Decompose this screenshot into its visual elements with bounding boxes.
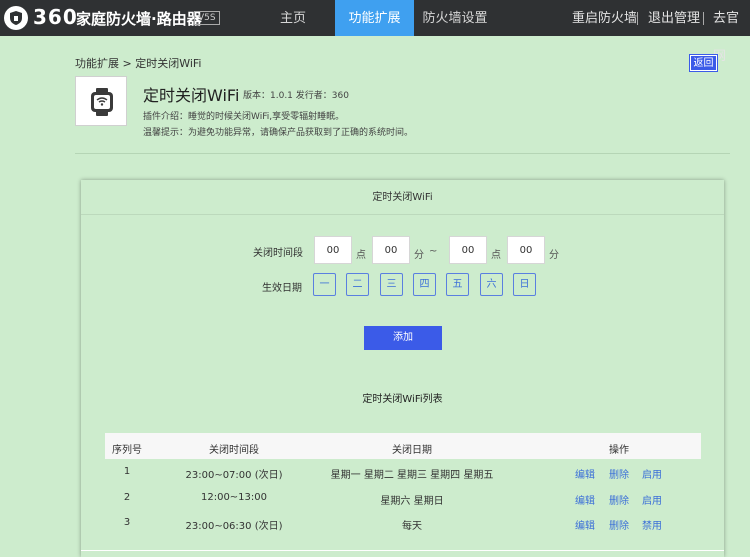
nav-extensions[interactable]: 功能扩展 bbox=[335, 0, 414, 36]
list-title: 定时关闭WiFi列表 bbox=[362, 394, 443, 405]
row-time: 23:00~06:30 (次日) bbox=[185, 521, 283, 532]
delete-button[interactable]: 删除 bbox=[609, 492, 629, 507]
end-minute-input[interactable]: 00 bbox=[507, 236, 545, 264]
day-toggle-fri[interactable]: 五 bbox=[446, 273, 469, 296]
time-range-label: 关闭时间段 bbox=[253, 248, 303, 259]
back-button[interactable]: 返回 bbox=[689, 54, 718, 72]
app-description: 插件介绍：睡觉的时候关闭WiFi,享受零辐射睡眠。 bbox=[143, 112, 345, 122]
row-number: 3 bbox=[123, 517, 131, 528]
edit-button[interactable]: 编辑 bbox=[575, 517, 595, 532]
divider bbox=[637, 12, 638, 25]
app-name: 定时关闭WiFi bbox=[143, 86, 240, 105]
delete-button[interactable]: 删除 bbox=[609, 466, 629, 481]
row-number: 2 bbox=[123, 492, 131, 503]
column-header-actions: 操作 bbox=[609, 445, 629, 456]
day-toggle-thu[interactable]: 四 bbox=[413, 273, 436, 296]
day-toggle-sat[interactable]: 六 bbox=[480, 273, 503, 296]
end-hour-input[interactable]: 00 bbox=[449, 236, 487, 264]
app-meta: 版本：1.0.1 发行者：360 bbox=[243, 91, 349, 101]
column-header-no: 序列号 bbox=[112, 445, 142, 456]
watch-wifi-icon bbox=[91, 88, 113, 116]
day-toggle-sun[interactable]: 日 bbox=[513, 273, 536, 296]
column-header-days: 关闭日期 bbox=[392, 445, 432, 456]
panel-title: 定时关闭WiFi bbox=[81, 180, 724, 215]
restart-firewall-link[interactable]: 重启防火墙 bbox=[572, 0, 637, 36]
edit-button[interactable]: 编辑 bbox=[575, 492, 595, 507]
start-hour-input[interactable]: 00 bbox=[314, 236, 352, 264]
official-site-link[interactable]: 去官网 bbox=[713, 0, 750, 64]
edit-button[interactable]: 编辑 bbox=[575, 466, 595, 481]
version-badge: V5S bbox=[194, 11, 220, 25]
toggle-button[interactable]: 启用 bbox=[642, 492, 662, 507]
breadcrumb[interactable]: 功能扩展 > 定时关闭WiFi bbox=[75, 55, 201, 71]
divider bbox=[703, 12, 704, 25]
logo-title: 家庭防火墙·路由器 bbox=[76, 10, 202, 28]
add-button[interactable]: 添加 bbox=[364, 326, 442, 350]
row-days: 星期六 星期日 bbox=[380, 496, 444, 507]
top-bar: 360 家庭防火墙·路由器 V5S 主页 功能扩展 防火墙设置 重启防火墙 退出… bbox=[0, 0, 750, 64]
row-days: 星期一 星期二 星期三 星期四 星期五 bbox=[330, 470, 494, 481]
shield-logo-icon bbox=[4, 6, 28, 30]
panel-bottom-edge bbox=[81, 550, 724, 551]
day-toggle-tue[interactable]: 二 bbox=[346, 273, 369, 296]
nav-firewall-settings[interactable]: 防火墙设置 bbox=[418, 0, 492, 36]
row-days: 每天 bbox=[402, 521, 422, 532]
hour-unit: 点 bbox=[356, 250, 366, 261]
hour-unit: 点 bbox=[491, 250, 501, 261]
start-minute-input[interactable]: 00 bbox=[372, 236, 410, 264]
column-header-time: 关闭时间段 bbox=[209, 445, 259, 456]
row-number: 1 bbox=[123, 466, 131, 477]
schedule-panel: 定时关闭WiFi 关闭时间段 00 点 00 分 ~ 00 点 00 分 生效日… bbox=[81, 180, 724, 557]
minute-unit: 分 bbox=[414, 250, 424, 261]
day-toggle-mon[interactable]: 一 bbox=[313, 273, 336, 296]
logo-number: 360 bbox=[33, 5, 78, 29]
app-tip: 温馨提示：为避免功能异常，请确保产品获取到了正确的系统时间。 bbox=[143, 128, 414, 138]
app-icon bbox=[75, 76, 127, 126]
row-time: 23:00~07:00 (次日) bbox=[185, 470, 283, 481]
toggle-button[interactable]: 禁用 bbox=[642, 517, 662, 532]
range-tilde: ~ bbox=[429, 246, 438, 257]
divider bbox=[75, 153, 730, 154]
day-toggle-wed[interactable]: 三 bbox=[380, 273, 403, 296]
toggle-button[interactable]: 启用 bbox=[642, 466, 662, 481]
nav-home[interactable]: 主页 bbox=[258, 0, 328, 36]
logout-link[interactable]: 退出管理 bbox=[648, 0, 700, 36]
row-time: 12:00~13:00 bbox=[200, 492, 267, 503]
delete-button[interactable]: 删除 bbox=[609, 517, 629, 532]
minute-unit: 分 bbox=[549, 250, 559, 261]
effective-date-label: 生效日期 bbox=[262, 283, 302, 294]
